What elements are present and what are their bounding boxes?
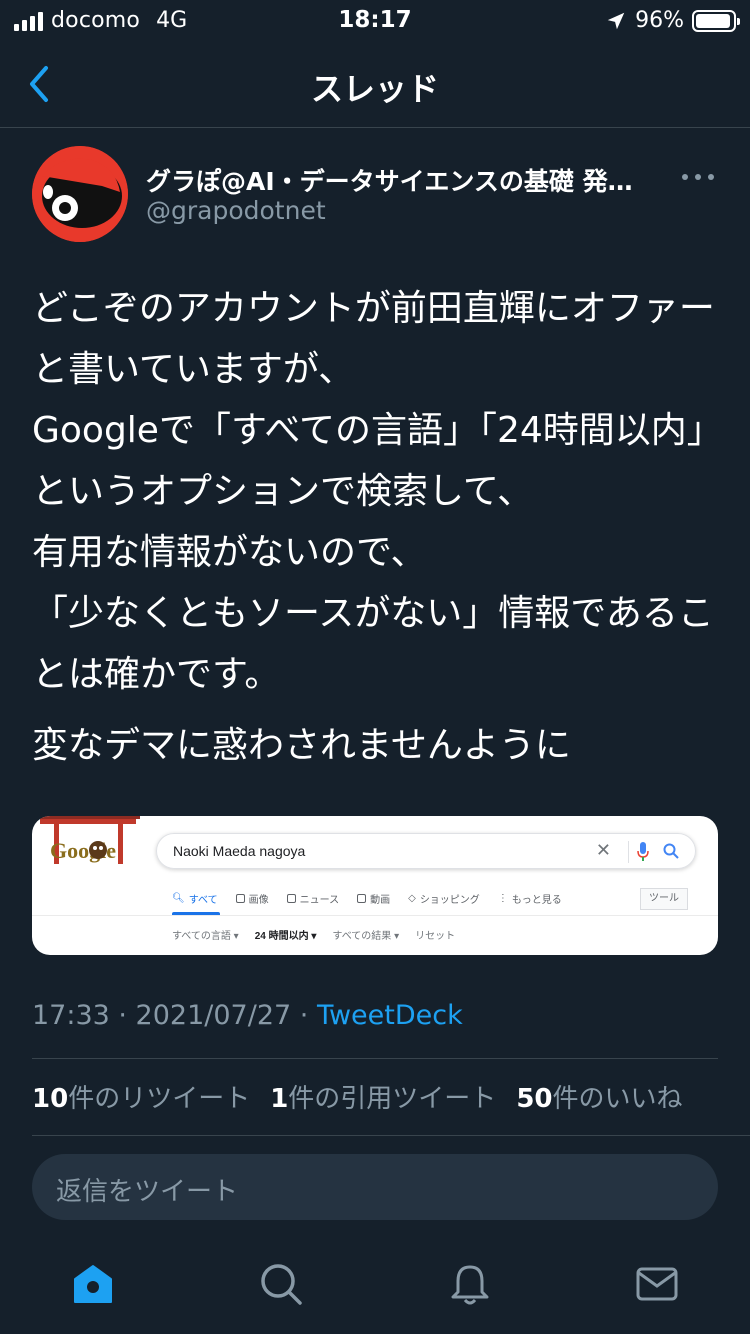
battery-percent: 96% xyxy=(635,8,684,33)
status-right: 96% xyxy=(605,8,740,33)
reply-input[interactable]: 返信をツイート xyxy=(32,1154,718,1220)
microphone-icon[interactable] xyxy=(637,842,649,862)
filter-reset[interactable]: リセット xyxy=(415,927,455,942)
tweet-text: どこぞのアカウントが前田直輝にオファーと書いていますが、 Googleで「すべて… xyxy=(32,288,715,695)
avatar-mascot-icon xyxy=(32,146,128,242)
video-icon xyxy=(357,894,367,903)
divider xyxy=(32,1058,718,1059)
notifications-bell-icon[interactable] xyxy=(448,1262,492,1306)
avatar[interactable] xyxy=(32,146,128,242)
more-options-icon[interactable] xyxy=(682,174,714,180)
tab-shopping[interactable]: ◇ ショッピング xyxy=(408,891,480,906)
tab-images[interactable]: 画像 xyxy=(235,891,269,906)
google-tabs: 🔍︎ すべて 画像 ニュース 動画 ◇ ショッピング ⋮ もっと見る xyxy=(172,891,562,906)
google-search-box[interactable]: Naoki Maeda nagoya ✕ xyxy=(156,833,696,869)
messages-mail-icon[interactable] xyxy=(635,1262,679,1306)
tools-button[interactable]: ツール xyxy=(640,888,688,910)
battery-icon xyxy=(692,9,740,32)
tab-news[interactable]: ニュース xyxy=(286,891,339,906)
tag-icon: ◇ xyxy=(408,893,416,904)
filter-time[interactable]: 24 時間以内 ▾ xyxy=(255,927,317,942)
search-divider xyxy=(628,841,629,863)
battery-level-fill xyxy=(696,13,731,28)
tweet-source-link[interactable]: TweetDeck xyxy=(317,1000,463,1031)
search-icon[interactable] xyxy=(663,843,679,859)
location-arrow-icon xyxy=(607,12,625,29)
author-name[interactable]: グラぽ@AI・データサイエンスの基礎 発… xyxy=(146,162,666,198)
tweet-timestamp: 17:33 · 2021/07/27 · xyxy=(32,1000,317,1031)
thread-header: スレッド xyxy=(0,44,750,128)
google-doodle-logo: Google xyxy=(36,816,140,864)
search-icon[interactable] xyxy=(259,1262,303,1306)
divider xyxy=(32,1135,750,1136)
retweets-stat[interactable]: 10件のリツイート xyxy=(32,1078,250,1115)
quote-tweets-stat[interactable]: 1件の引用ツイート xyxy=(270,1078,496,1115)
reply-placeholder: 返信をツイート xyxy=(56,1177,239,1207)
filter-results[interactable]: すべての結果 ▾ xyxy=(332,927,399,942)
tabs-divider xyxy=(32,915,718,916)
search-filters: すべての言語 ▾ 24 時間以内 ▾ すべての結果 ▾ リセット xyxy=(172,927,455,942)
tweet-stats: 10件のリツイート 1件の引用ツイート 50件のいいね xyxy=(32,1078,683,1115)
tab-all[interactable]: 🔍︎ すべて xyxy=(172,891,218,906)
tab-videos[interactable]: 動画 xyxy=(357,891,390,906)
author-handle[interactable]: @grapodotnet xyxy=(146,196,326,225)
search-icon: 🔍︎ xyxy=(172,893,185,904)
page-title: スレッド xyxy=(310,70,439,108)
likes-stat[interactable]: 50件のいいね xyxy=(516,1078,682,1115)
attached-image[interactable]: Google Naoki Maeda nagoya ✕ 🔍︎ すべて 画像 ニュー… xyxy=(32,816,718,955)
filter-language[interactable]: すべての言語 ▾ xyxy=(172,927,239,942)
search-query: Naoki Maeda nagoya xyxy=(173,843,306,859)
image-icon xyxy=(235,894,245,903)
tweet-text-closing: 変なデマに惑わされませんように xyxy=(32,725,571,766)
clear-icon[interactable]: ✕ xyxy=(596,840,611,861)
more-vertical-icon: ⋮ xyxy=(497,893,508,904)
bottom-tab-bar xyxy=(0,1240,750,1334)
news-icon xyxy=(286,894,296,903)
status-bar: docomo 4G 18:17 96% xyxy=(0,0,750,44)
home-icon[interactable] xyxy=(71,1262,115,1306)
tab-more[interactable]: ⋮ もっと見る xyxy=(498,891,562,906)
tweet-meta: 17:33 · 2021/07/27 · TweetDeck xyxy=(32,1000,463,1031)
